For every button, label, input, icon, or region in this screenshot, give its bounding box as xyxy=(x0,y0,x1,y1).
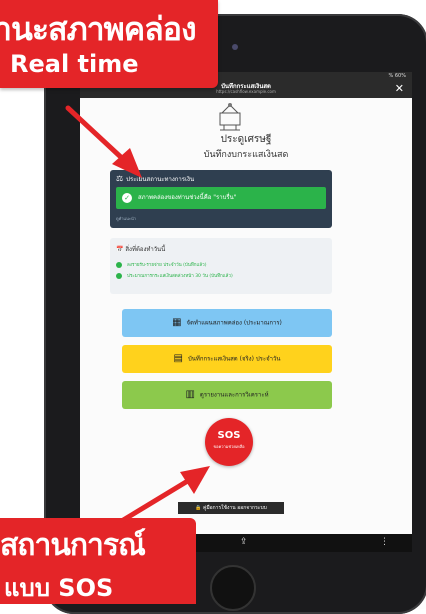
more-icon[interactable]: ⋮ xyxy=(380,537,389,547)
advice-link[interactable]: ดูคำแนะนำ xyxy=(116,215,136,222)
forecast-plan-button[interactable]: ▦ จัดทำแผนสภาพคล่อง (ประมาณการ) xyxy=(122,309,332,337)
headline-line-1: านะสภาพคล่อง xyxy=(0,10,197,48)
camera-icon xyxy=(232,44,238,50)
share-icon[interactable]: ⇪ xyxy=(240,537,248,547)
sos-caption-banner: สถานการณ์ แบบ SOS xyxy=(0,518,196,604)
caption-line-2: แบบ SOS xyxy=(4,574,114,602)
pointer-arrow-bottom xyxy=(117,466,210,525)
close-icon[interactable]: ✕ xyxy=(395,82,404,95)
reports-label: ดูรายงานและการวิเคราะห์ xyxy=(199,391,269,399)
battery-indicator: % 60% xyxy=(388,73,406,79)
forecast-plan-label: จัดทำแผนสภาพคล่อง (ประมาณการ) xyxy=(186,319,282,327)
url-text: https://cashflow.example.com xyxy=(216,89,276,94)
todo-card: 📅 สิ่งที่ต้องทำวันนี้ ลงรายรับ-รายจ่าย ป… xyxy=(110,238,332,294)
check-circle-icon: ✓ xyxy=(122,192,132,203)
daily-cashflow-button[interactable]: ▤ บันทึกกระแสเงินสด (จริง) ประจำวัน xyxy=(122,345,332,373)
todo-item[interactable]: ลงรายรับ-รายจ่าย ประจำวัน (บันทึกแล้ว) xyxy=(116,261,206,268)
todo-heading-label: สิ่งที่ต้องทำวันนี้ xyxy=(125,246,166,253)
sos-button[interactable]: SOS ขอความช่วยเหลือ xyxy=(205,418,253,466)
headline-banner: านะสภาพคล่อง Real time xyxy=(0,0,218,88)
todo-item-label: ลงรายรับ-รายจ่าย ประจำวัน (บันทึกแล้ว) xyxy=(127,263,207,268)
reports-button[interactable]: ▥ ดูรายงานและการวิเคราะห์ xyxy=(122,381,332,409)
bar-chart-icon: ▥ xyxy=(185,389,195,400)
headline-line-2: Real time xyxy=(10,50,139,78)
pointer-arrow-top xyxy=(65,105,142,178)
document-icon: ▤ xyxy=(173,353,183,364)
sos-sublabel: ขอความช่วยเหลือ xyxy=(213,444,245,449)
calendar-icon: ▦ xyxy=(172,317,182,328)
check-circle-icon xyxy=(116,272,122,279)
todo-item[interactable]: ประมาณการกระแสเงินสดล่วงหน้า 30 วัน (บัน… xyxy=(116,272,233,279)
home-button[interactable] xyxy=(210,565,256,611)
calendar-icon: 📅 xyxy=(116,246,126,253)
daily-cashflow-label: บันทึกกระแสเงินสด (จริง) ประจำวัน xyxy=(187,355,281,363)
todo-item-label: ประมาณการกระแสเงินสดล่วงหน้า 30 วัน (บัน… xyxy=(127,274,233,279)
status-ok-banner[interactable]: ✓ สภาพคล่องของท่านช่วงนี้คือ "ราบรื่น" xyxy=(116,187,326,209)
check-circle-icon xyxy=(116,261,122,268)
status-message: สภาพคล่องของท่านช่วงนี้คือ "ราบรื่น" xyxy=(138,194,237,201)
app-logo xyxy=(219,103,241,131)
sos-label: SOS xyxy=(217,430,241,441)
todo-heading: 📅 สิ่งที่ต้องทำวันนี้ xyxy=(116,244,165,254)
